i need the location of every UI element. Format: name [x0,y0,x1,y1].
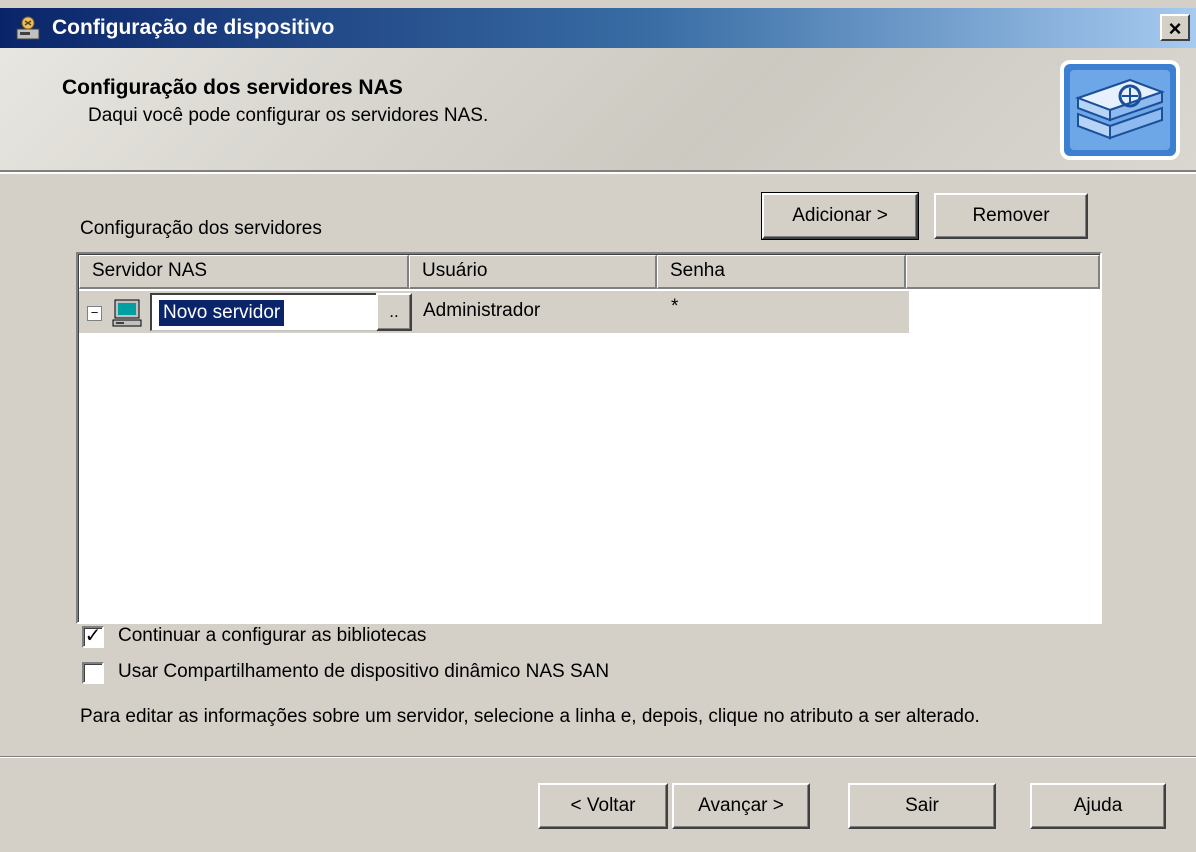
page-subtitle: Daqui você pode configurar os servidores… [88,105,489,126]
column-header-empty [906,255,1100,289]
continue-libraries-label[interactable]: Continuar a configurar as bibliotecas [118,625,426,647]
add-button[interactable]: Adicionar > [761,192,919,240]
close-button[interactable]: × [1160,14,1190,41]
table-row[interactable]: − Novo servidor .. Administrador * [79,291,909,333]
computer-icon [112,299,142,327]
footer-separator [0,756,1196,758]
dynamic-sharing-checkbox[interactable] [82,662,104,684]
nas-server-stack-icon [1060,60,1180,160]
servers-list[interactable]: Servidor NAS Usuário Senha − Novo servid… [76,252,1102,624]
collapse-toggle-icon[interactable]: − [87,306,102,321]
server-name-value: Novo servidor [159,300,285,326]
instruction-text: Para editar as informações sobre um serv… [80,706,980,727]
password-cell[interactable]: * [671,296,678,318]
column-header-password[interactable]: Senha [657,255,906,289]
column-header-server[interactable]: Servidor NAS [79,255,409,289]
column-header-user[interactable]: Usuário [409,255,657,289]
wizard-header: Configuração dos servidores NAS Daqui vo… [0,48,1196,174]
close-icon: × [1168,16,1182,41]
exit-button[interactable]: Sair [848,783,996,829]
servers-section-label: Configuração dos servidores [80,218,322,239]
device-config-icon [16,16,40,40]
continue-libraries-checkbox[interactable]: ✓ [82,626,104,648]
server-name-input[interactable]: Novo servidor [150,293,412,331]
title-bar[interactable]: Configuração de dispositivo × [0,8,1196,48]
remove-button[interactable]: Remover [934,193,1088,239]
window-title: Configuração de dispositivo [52,16,335,39]
back-button[interactable]: < Voltar [538,783,668,829]
page-title: Configuração dos servidores NAS [62,76,403,99]
browse-server-button[interactable]: .. [376,293,412,331]
user-cell[interactable]: Administrador [423,300,540,322]
next-button[interactable]: Avançar > [672,783,810,829]
device-config-window: Configuração de dispositivo × Configuraç… [0,0,1196,852]
help-button[interactable]: Ajuda [1030,783,1166,829]
dynamic-sharing-label[interactable]: Usar Compartilhamento de dispositivo din… [118,661,609,683]
